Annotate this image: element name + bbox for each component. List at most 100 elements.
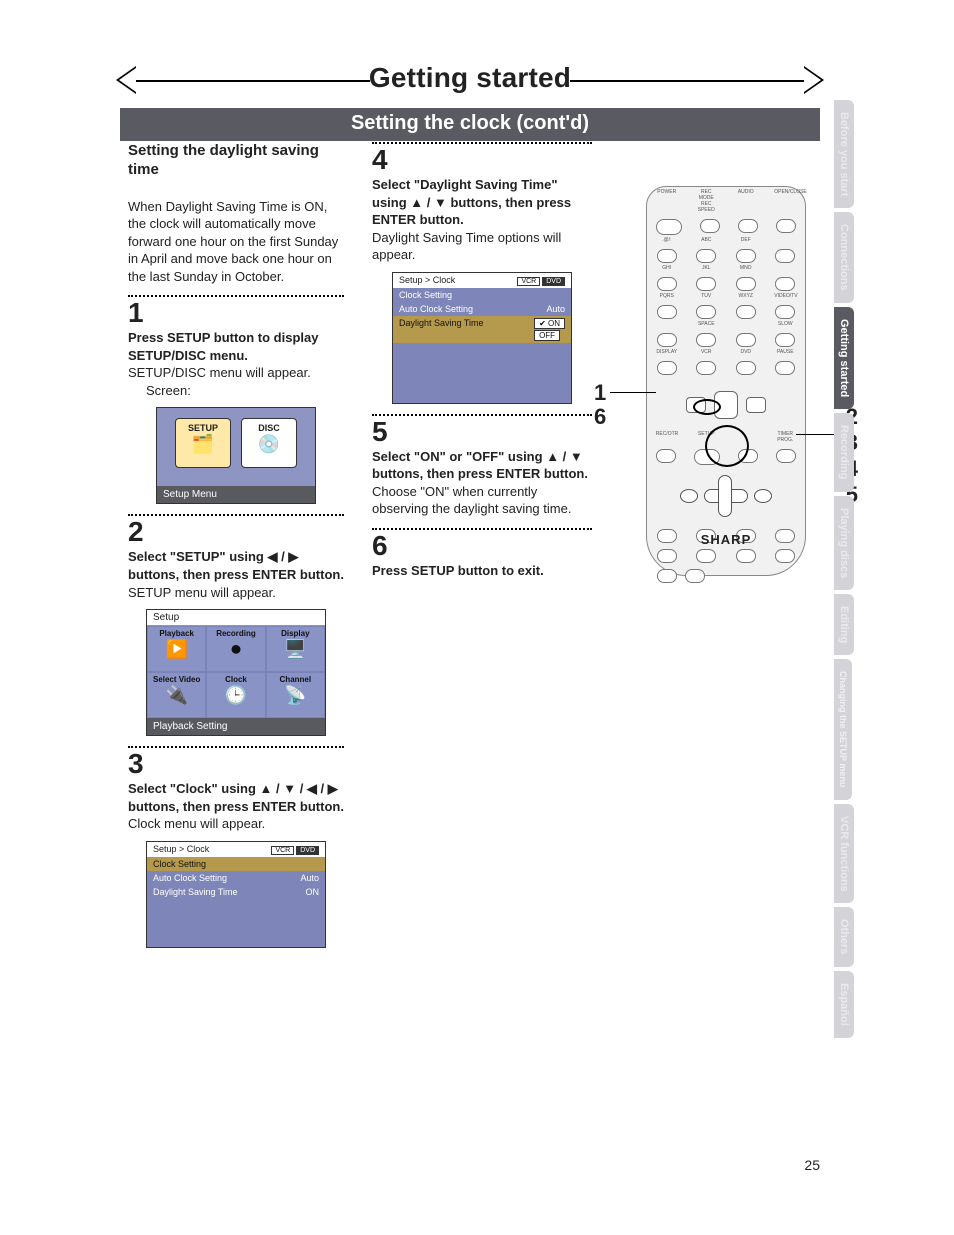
step-number: 3 — [128, 750, 344, 778]
ff-button[interactable] — [746, 397, 766, 413]
divider — [372, 528, 592, 530]
page-title: Getting started — [120, 62, 820, 94]
pause-button[interactable] — [775, 361, 795, 375]
divider — [128, 295, 344, 297]
side-tabs: Before you start Connections Getting sta… — [834, 100, 860, 1042]
highlight-setup-icon — [693, 399, 721, 415]
chevron-left-icon — [116, 66, 136, 94]
arrow-left-right-icon: ◀ / ▶ — [267, 549, 298, 564]
step-instruction: Select "Daylight Saving Time" using ▲ / … — [372, 176, 592, 229]
tab-editing[interactable]: Editing — [834, 594, 854, 655]
callout-left-6: 6 — [594, 404, 606, 430]
arrow-up-down-icon: ▲ / ▼ — [546, 449, 583, 464]
step-instruction: Press SETUP button to exit. — [372, 562, 592, 580]
screen-caption: Playback Setting — [147, 718, 325, 735]
num-3-button[interactable] — [736, 249, 756, 263]
ch-up-button[interactable] — [775, 249, 795, 263]
plus10-button[interactable] — [657, 333, 677, 347]
grid-cell: Clock🕒 — [206, 672, 265, 718]
list-row: Daylight Saving Time ON OFF — [393, 316, 571, 343]
tab-connections[interactable]: Connections — [834, 212, 854, 303]
list-row: Daylight Saving TimeON — [147, 885, 325, 899]
search-mode-button[interactable] — [657, 569, 677, 583]
rec-mode-button[interactable] — [700, 219, 720, 233]
tab-before-you-start[interactable]: Before you start — [834, 100, 854, 208]
step-body: SETUP/DISC menu will appear. — [128, 364, 344, 382]
num-2-button[interactable] — [696, 249, 716, 263]
skip-next-button[interactable] — [775, 549, 795, 563]
grid-cell: Playback▶️ — [147, 626, 206, 672]
audio-button[interactable] — [738, 219, 758, 233]
tab-recording[interactable]: Recording — [834, 413, 854, 491]
column-2: 4 Select "Daylight Saving Time" using ▲ … — [372, 142, 592, 579]
screen-dst-list: Setup > Clock VCRDVD Clock Setting Auto … — [392, 272, 572, 404]
option-on: ON — [534, 318, 565, 329]
num-6-button[interactable] — [736, 277, 756, 291]
list-row: Clock Setting — [393, 288, 571, 302]
dvd-button[interactable] — [736, 361, 756, 375]
timer-prog-button[interactable] — [776, 449, 796, 463]
cm-skip-button[interactable] — [685, 569, 705, 583]
rec-monitor-button[interactable] — [680, 489, 698, 503]
step-number: 2 — [128, 518, 344, 546]
divider — [372, 414, 592, 416]
tab-others[interactable]: Others — [834, 907, 854, 966]
page-number: 25 — [804, 1157, 820, 1173]
slow-button[interactable] — [775, 333, 795, 347]
vcr-button[interactable] — [696, 361, 716, 375]
num-9-button[interactable] — [736, 305, 756, 319]
ch-down-button[interactable] — [775, 277, 795, 291]
num-0-button[interactable] — [696, 333, 716, 347]
nav-dpad — [680, 469, 772, 523]
arrow-up-down-icon: ▲ / ▼ — [410, 195, 447, 210]
display-button[interactable] — [657, 361, 677, 375]
section-heading: Setting the daylight saving time — [128, 142, 344, 180]
remote-illustration: POWERREC MODE REC SPEEDAUDIOOPEN/CLOSE .… — [628, 186, 824, 576]
num-5-button[interactable] — [696, 277, 716, 291]
step-instruction: Select "SETUP" using ◀ / ▶ buttons, then… — [128, 548, 344, 583]
zoom-button[interactable] — [696, 549, 716, 563]
tab-setup-menu[interactable]: Changing the SETUP menu — [834, 659, 852, 799]
num-4-button[interactable] — [657, 277, 677, 291]
num-1-button[interactable] — [657, 249, 677, 263]
section-bar: Setting the clock (cont'd) — [120, 108, 820, 141]
step-body: Daylight Saving Time options will appear… — [372, 229, 592, 264]
grid-cell: Recording⏺ — [206, 626, 265, 672]
rec-otr-button[interactable] — [656, 449, 676, 463]
clear-reset-button[interactable] — [657, 549, 677, 563]
nav-up-down[interactable] — [718, 475, 732, 517]
arrow-all-icon: ▲ / ▼ / ◀ / ▶ — [260, 781, 338, 796]
step-body: Choose "ON" when currently observing the… — [372, 483, 592, 518]
enter-side-button[interactable] — [754, 489, 772, 503]
step-body: Clock menu will appear. — [128, 815, 344, 833]
divider — [128, 746, 344, 748]
option-off: OFF — [534, 330, 560, 341]
list-row: Auto Clock SettingAuto — [393, 302, 571, 316]
tab-playing-discs[interactable]: Playing discs — [834, 496, 854, 590]
tab-getting-started[interactable]: Getting started — [834, 307, 854, 409]
power-button[interactable] — [656, 219, 682, 235]
grid-cell: Select Video🔌 — [147, 672, 206, 718]
screen-title: Setup > Clock — [153, 844, 209, 854]
screen-setup-grid: Setup Playback▶️ Recording⏺ Display🖥️ Se… — [146, 609, 326, 736]
skip-prev-button[interactable] — [736, 549, 756, 563]
num-8-button[interactable] — [696, 305, 716, 319]
step-instruction: Select "Clock" using ▲ / ▼ / ◀ / ▶ butto… — [128, 780, 344, 815]
header: Getting started — [120, 62, 820, 98]
open-close-button[interactable] — [776, 219, 796, 233]
grid-cell: Display🖥️ — [266, 626, 325, 672]
divider — [128, 514, 344, 516]
step-instruction: Press SETUP button to display SETUP/DISC… — [128, 329, 344, 364]
plus-button[interactable] — [736, 333, 756, 347]
screen-clock-list: Setup > Clock VCRDVD Clock Setting Auto … — [146, 841, 326, 948]
chevron-right-icon — [804, 66, 824, 94]
step-body: SETUP menu will appear. — [128, 584, 344, 602]
video-tv-button[interactable] — [775, 305, 795, 319]
tab-vcr-functions[interactable]: VCR functions — [834, 804, 854, 904]
brand-logo: SHARP — [647, 532, 805, 547]
step-instruction: Select "ON" or "OFF" using ▲ / ▼ buttons… — [372, 448, 592, 483]
num-7-button[interactable] — [657, 305, 677, 319]
step-number: 1 — [128, 299, 344, 327]
page: Getting started Setting the clock (cont'… — [0, 0, 954, 1235]
tab-espanol[interactable]: Español — [834, 971, 854, 1038]
